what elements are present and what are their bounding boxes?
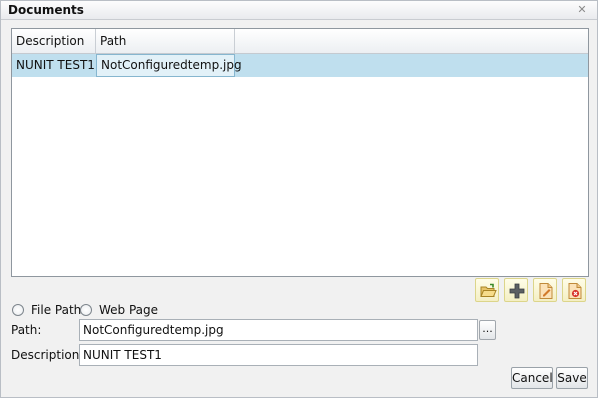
edit-document-button[interactable] — [533, 278, 557, 302]
file-path-label[interactable]: File Path — [31, 303, 81, 317]
add-icon — [509, 283, 525, 299]
description-label: Description: — [11, 348, 84, 362]
close-icon[interactable]: ✕ — [576, 4, 588, 16]
cell-path[interactable]: NotConfiguredtemp.jpg — [96, 54, 242, 77]
cancel-button[interactable]: Cancel — [511, 367, 553, 389]
description-input[interactable]: NUNIT TEST1 — [79, 344, 478, 366]
cell-description[interactable]: NUNIT TEST1 — [12, 54, 96, 77]
documents-dialog: Documents ✕ Description Path NUNIT TEST1… — [0, 0, 598, 398]
open-folder-button[interactable] — [475, 278, 499, 302]
title-bar[interactable]: Documents ✕ — [1, 1, 597, 20]
web-page-label[interactable]: Web Page — [99, 303, 158, 317]
path-input[interactable]: NotConfiguredtemp.jpg — [79, 319, 478, 341]
documents-grid: Description Path NUNIT TEST1 NotConfigur… — [11, 28, 589, 277]
file-path-radio[interactable] — [12, 304, 24, 316]
path-label: Path: — [11, 323, 42, 337]
column-header-path[interactable]: Path — [96, 29, 235, 53]
save-button[interactable]: Save — [556, 367, 588, 389]
table-row[interactable]: NUNIT TEST1 NotConfiguredtemp.jpg — [12, 54, 588, 77]
edit-document-icon — [539, 283, 553, 299]
web-page-radio[interactable] — [80, 304, 92, 316]
add-button[interactable] — [504, 278, 528, 302]
dialog-title: Documents — [8, 3, 84, 17]
delete-document-button[interactable] — [562, 278, 586, 302]
grid-header: Description Path — [12, 29, 588, 54]
column-header-description[interactable]: Description — [12, 29, 96, 53]
delete-document-icon — [568, 283, 582, 299]
browse-button[interactable]: ... — [479, 320, 496, 340]
open-folder-icon — [480, 283, 497, 297]
